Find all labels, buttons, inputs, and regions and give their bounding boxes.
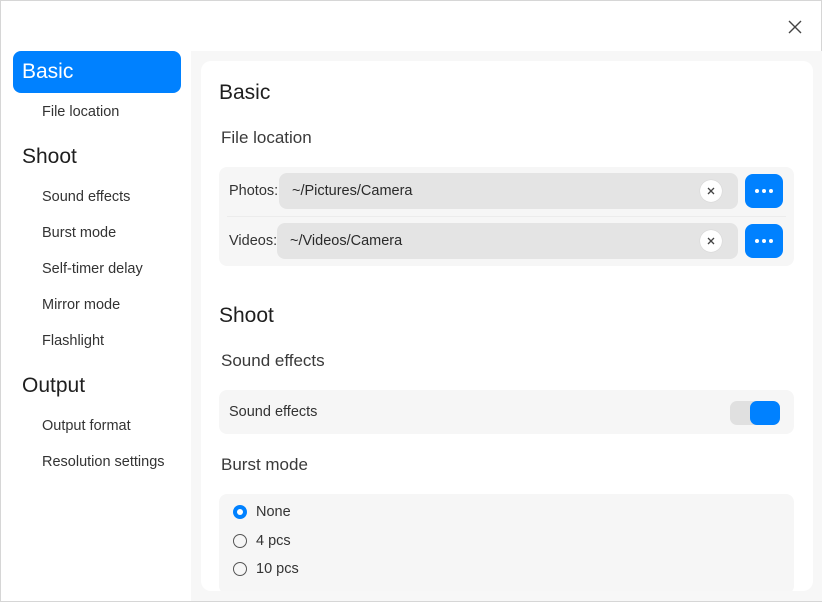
content-area: Basic File location Photos: ~/Pictures/C…: [191, 51, 822, 601]
section-title-shoot: Shoot: [219, 304, 274, 327]
sidebar-item-sound-effects[interactable]: Sound effects: [1, 179, 191, 215]
close-icon: [788, 20, 802, 34]
subsection-title-burst-mode: Burst mode: [221, 455, 308, 474]
photos-label: Photos:: [229, 183, 279, 199]
settings-scroll-panel[interactable]: Basic File location Photos: ~/Pictures/C…: [201, 61, 813, 591]
sidebar-item-label: Flashlight: [42, 333, 105, 349]
sound-effects-toggle[interactable]: [730, 401, 780, 425]
sidebar-item-mirror-mode[interactable]: Mirror mode: [1, 287, 191, 323]
radio-label: 10 pcs: [256, 561, 299, 577]
sidebar-group-basic[interactable]: Basic: [13, 51, 181, 93]
sidebar-item-label: Burst mode: [42, 225, 117, 241]
sidebar-nav: Basic File location Shoot Sound effects …: [1, 51, 191, 601]
subsection-title-sound-effects: Sound effects: [221, 351, 325, 370]
more-dots-icon: [754, 239, 775, 243]
sidebar-item-label: Self-timer delay: [42, 261, 143, 277]
burst-mode-panel: None 4 pcs 10 pcs: [219, 494, 794, 591]
close-button[interactable]: [783, 15, 807, 39]
clear-icon: [707, 237, 715, 245]
videos-path-field[interactable]: ~/Videos/Camera: [277, 223, 738, 259]
videos-browse-button[interactable]: [745, 224, 783, 258]
photos-path-field[interactable]: ~/Pictures/Camera: [279, 173, 738, 209]
sidebar-item-output-format[interactable]: Output format: [1, 408, 191, 444]
file-location-panel: Photos: ~/Pictures/Camera Videos: ~/Vide…: [219, 167, 794, 266]
videos-row: Videos: ~/Videos/Camera: [219, 217, 794, 265]
videos-clear-button[interactable]: [700, 230, 722, 252]
sidebar-item-burst-mode[interactable]: Burst mode: [1, 215, 191, 251]
sidebar-group-label: Basic: [22, 60, 74, 83]
sidebar-item-label: Mirror mode: [42, 297, 121, 313]
sound-effects-label: Sound effects: [229, 404, 318, 420]
sound-effects-row: Sound effects: [219, 390, 794, 434]
burst-option-4-pcs[interactable]: 4 pcs: [233, 530, 291, 552]
radio-button[interactable]: [233, 562, 247, 576]
more-dots-icon: [754, 189, 775, 193]
sidebar-group-label: Shoot: [22, 145, 77, 168]
sidebar-item-label: Sound effects: [42, 189, 131, 205]
photos-browse-button[interactable]: [745, 174, 783, 208]
sound-effects-panel: Sound effects: [219, 390, 794, 434]
videos-label: Videos:: [229, 233, 278, 249]
sidebar-group-label: Output: [22, 374, 86, 397]
sidebar-item-file-location[interactable]: File location: [1, 94, 191, 130]
videos-path-value: ~/Videos/Camera: [290, 233, 403, 249]
radio-label: None: [256, 504, 291, 520]
burst-option-10-pcs[interactable]: 10 pcs: [233, 558, 299, 580]
photos-path-value: ~/Pictures/Camera: [292, 183, 413, 199]
sidebar-item-label: File location: [42, 104, 120, 120]
radio-label: 4 pcs: [256, 533, 291, 549]
sidebar-group-shoot[interactable]: Shoot: [13, 136, 181, 178]
burst-option-none[interactable]: None: [233, 501, 291, 523]
sidebar-item-label: Resolution settings: [42, 454, 165, 470]
toggle-knob: [750, 401, 780, 425]
sidebar-item-flashlight[interactable]: Flashlight: [1, 323, 191, 359]
sidebar-item-label: Output format: [42, 418, 131, 434]
radio-button[interactable]: [233, 534, 247, 548]
section-title-basic: Basic: [219, 81, 271, 104]
clear-icon: [707, 187, 715, 195]
sidebar-group-output[interactable]: Output: [13, 365, 181, 407]
sidebar-item-self-timer-delay[interactable]: Self-timer delay: [1, 251, 191, 287]
radio-button[interactable]: [233, 505, 247, 519]
subsection-title-file-location: File location: [221, 128, 312, 147]
photos-row: Photos: ~/Pictures/Camera: [219, 167, 794, 215]
photos-clear-button[interactable]: [700, 180, 722, 202]
sidebar-item-resolution-settings[interactable]: Resolution settings: [1, 444, 191, 480]
settings-window: Basic File location Shoot Sound effects …: [0, 0, 822, 602]
